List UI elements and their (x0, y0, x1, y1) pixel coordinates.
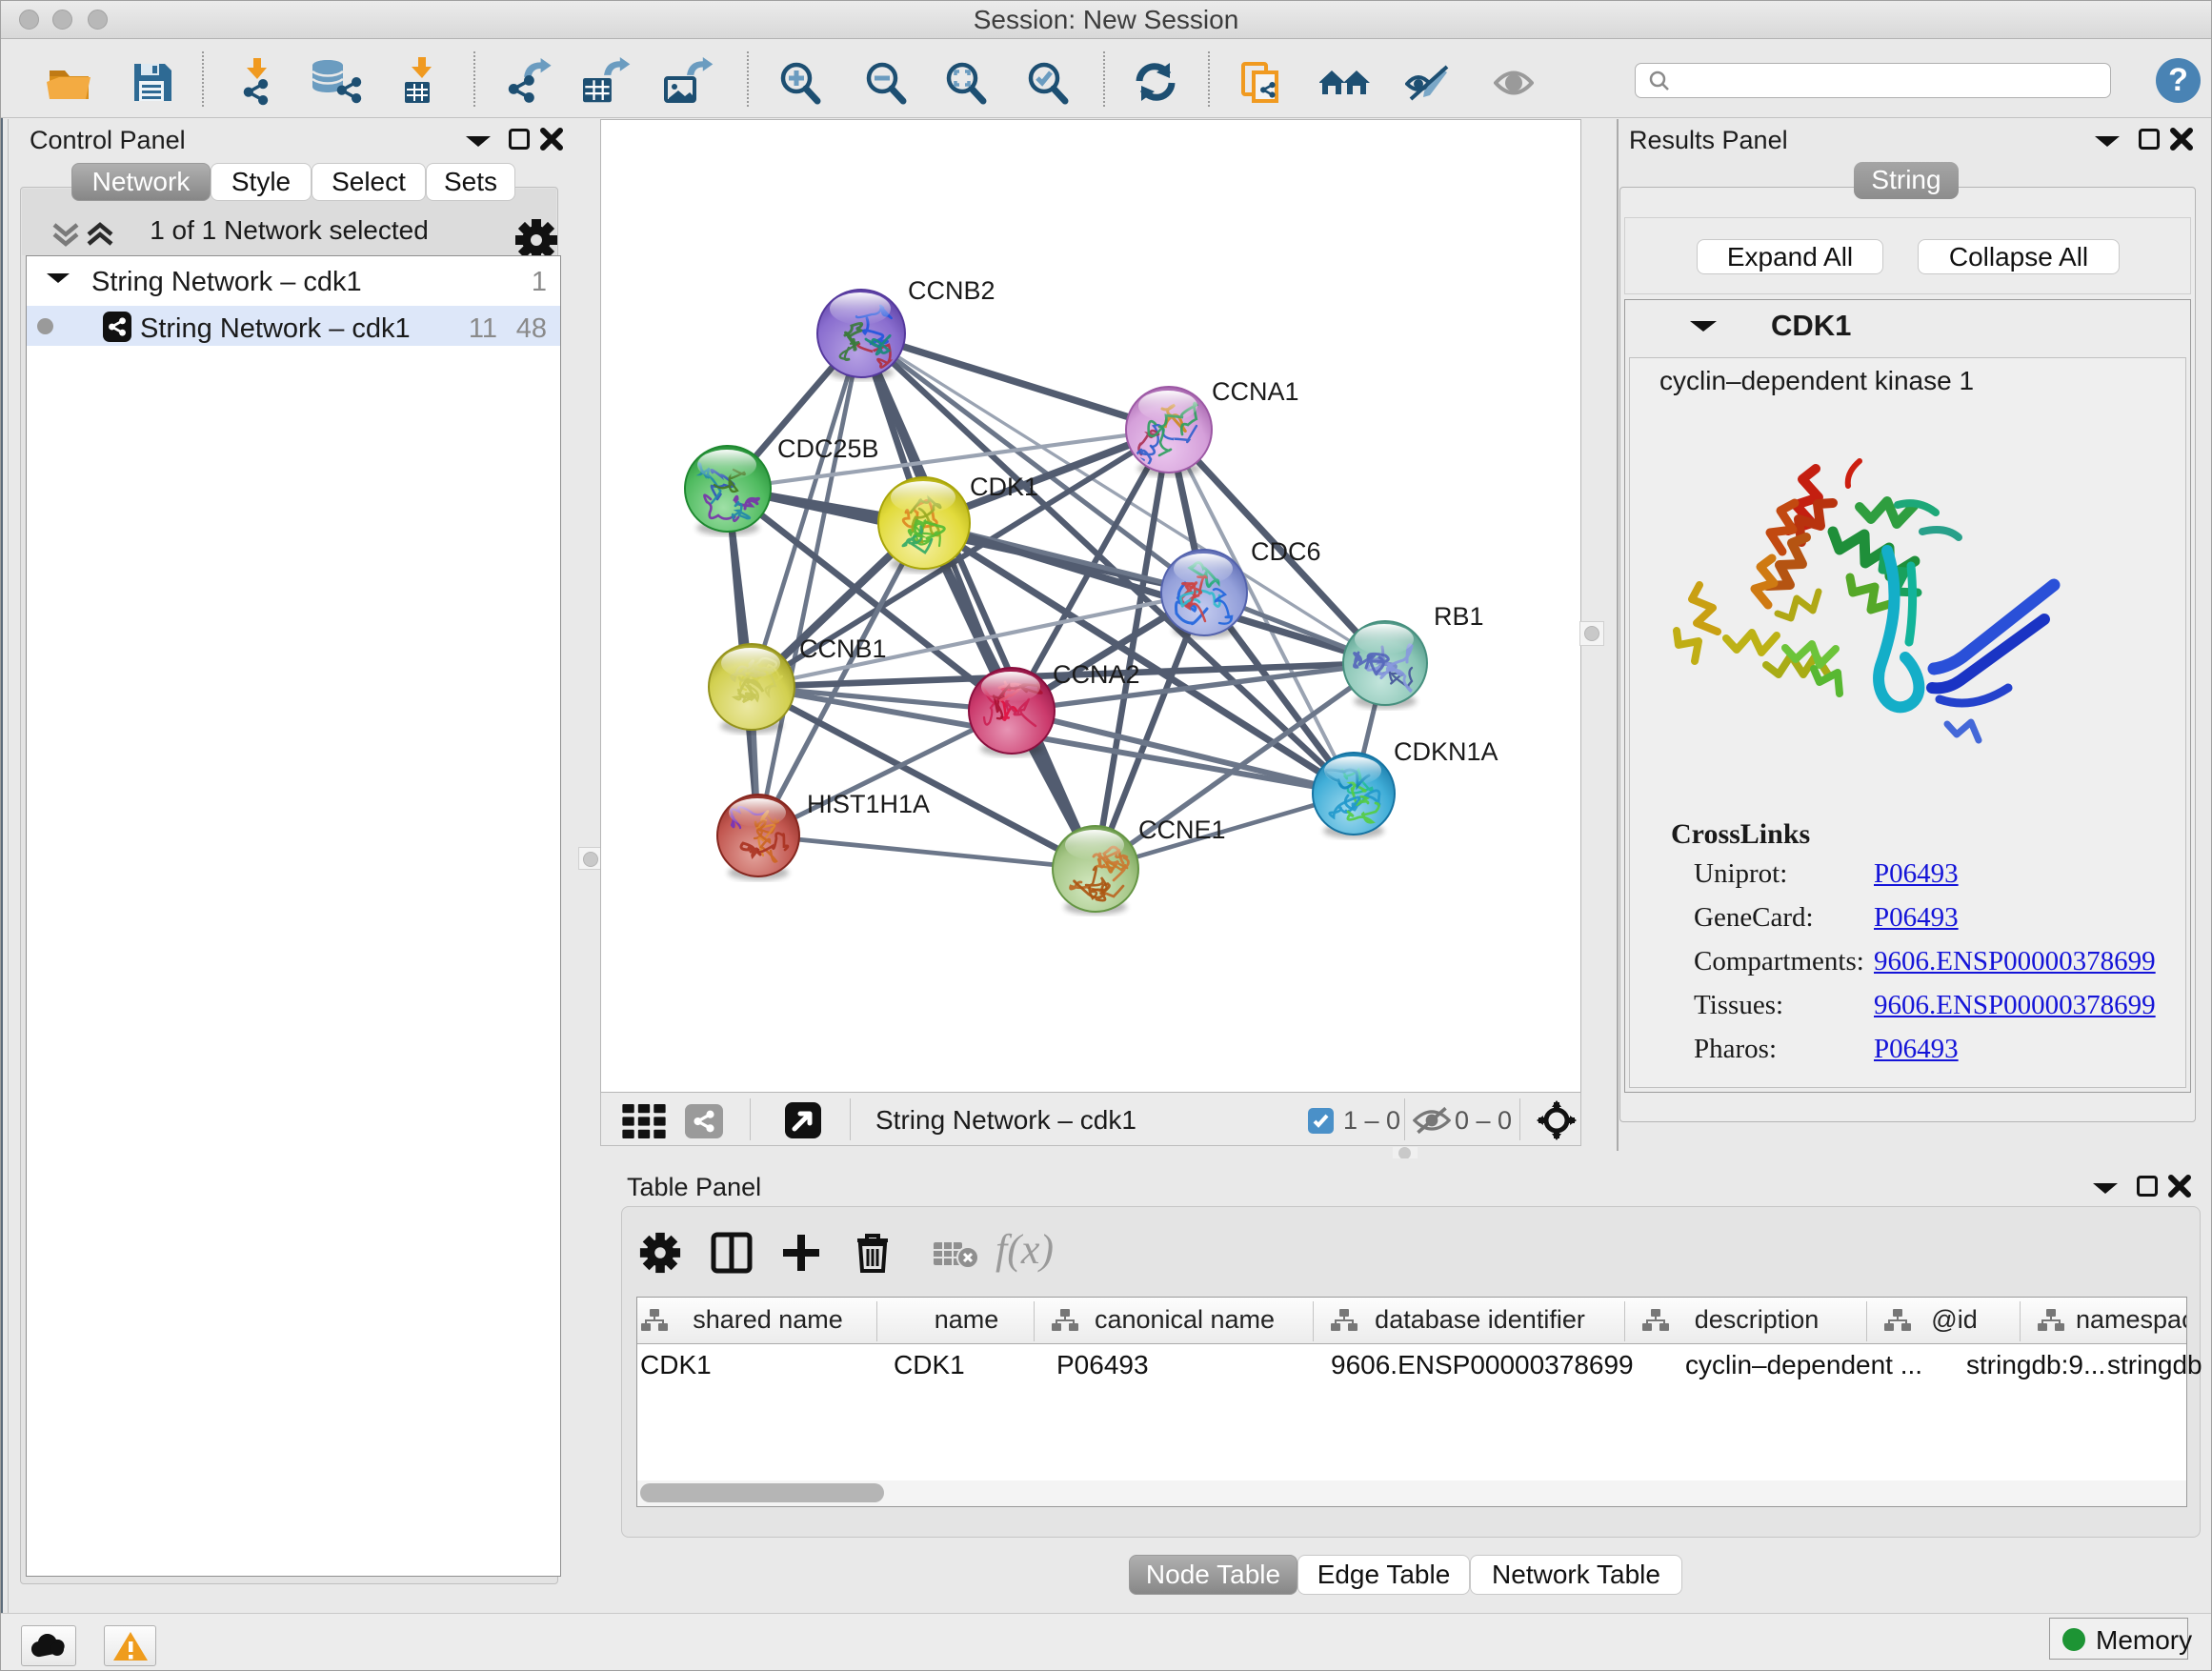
svg-text:CDC6: CDC6 (1251, 537, 1321, 566)
svg-text:CCNE1: CCNE1 (1138, 815, 1226, 844)
svg-text:RB1: RB1 (1434, 602, 1484, 631)
svg-text:CCNB1: CCNB1 (799, 634, 887, 663)
svg-text:CCNA2: CCNA2 (1053, 660, 1140, 689)
svg-text:CCNA1: CCNA1 (1212, 377, 1299, 406)
svg-text:CDKN1A: CDKN1A (1394, 737, 1498, 766)
svg-text:CCNB2: CCNB2 (908, 276, 995, 305)
svg-text:CDC25B: CDC25B (777, 434, 879, 463)
svg-text:CDK1: CDK1 (970, 473, 1038, 501)
svg-text:HIST1H1A: HIST1H1A (807, 790, 930, 818)
